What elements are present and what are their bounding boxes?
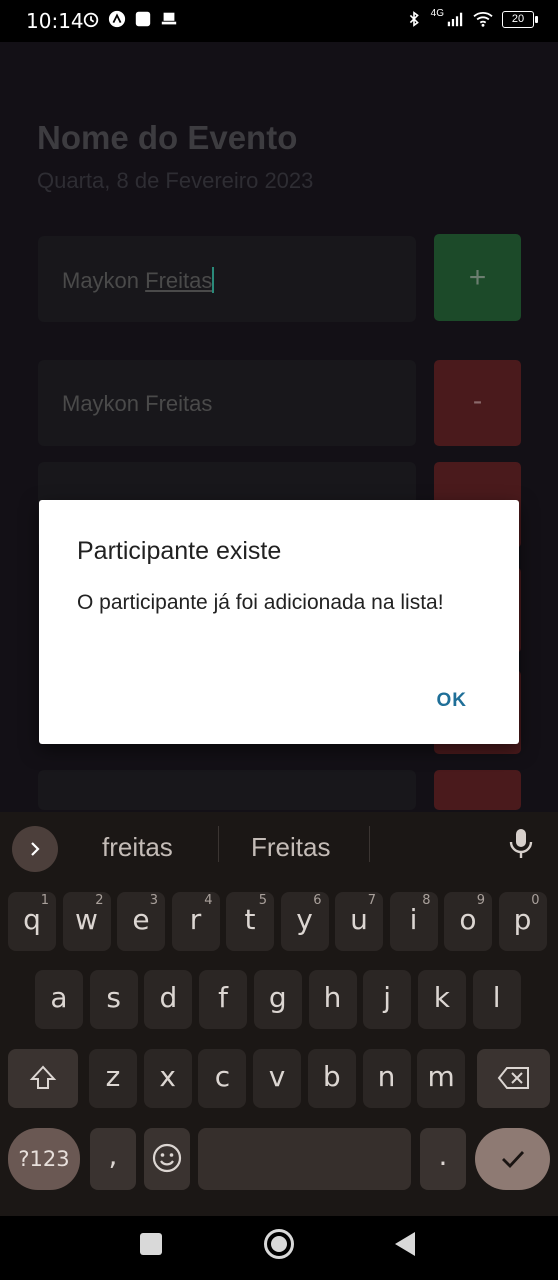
key-s[interactable]: s — [89, 970, 138, 1029]
key-label: e — [132, 903, 150, 936]
device-notification-icon — [161, 12, 177, 25]
enter-key[interactable] — [475, 1128, 550, 1190]
key-label: p — [513, 903, 532, 936]
participant-row: Maykon Freitas — [38, 360, 416, 446]
status-notification-icons — [82, 10, 178, 28]
dialog-title: Participante existe — [77, 537, 282, 565]
key-hint: 1 — [40, 893, 49, 908]
key-c[interactable]: c — [198, 1049, 247, 1108]
key-label: q — [23, 903, 41, 936]
bluetooth-icon — [409, 11, 419, 27]
event-title: Nome do Evento — [37, 119, 298, 156]
key-w[interactable]: 2w — [62, 892, 111, 951]
dialog-message: O participante já foi adicionada na list… — [77, 591, 444, 614]
key-hint: 0 — [531, 893, 540, 908]
key-j[interactable]: j — [363, 970, 412, 1029]
key-hint: 9 — [476, 893, 485, 908]
backspace-icon — [497, 1067, 529, 1089]
key-label: y — [296, 903, 313, 936]
key-hint: 6 — [313, 893, 322, 908]
key-label: t — [244, 903, 256, 936]
suggestion-strip: freitas Freitas — [0, 812, 558, 884]
key-v[interactable]: v — [253, 1049, 302, 1108]
key-p[interactable]: 0p — [498, 892, 547, 951]
microphone-icon[interactable] — [507, 828, 535, 860]
add-participant-button[interactable]: + — [434, 234, 521, 321]
key-f[interactable]: f — [199, 970, 248, 1029]
key-n[interactable]: n — [362, 1049, 411, 1108]
chevron-right-icon — [31, 842, 40, 856]
key-label: o — [459, 903, 477, 936]
square-notification-icon — [135, 11, 151, 27]
key-u[interactable]: 7u — [335, 892, 383, 951]
key-k[interactable]: k — [417, 970, 466, 1029]
participant-name-value: Maykon Freitas — [62, 267, 215, 293]
status-system-icons: 4G 20 — [405, 7, 538, 28]
app-notification-icon — [108, 10, 126, 28]
suggestion-divider — [218, 826, 219, 862]
space-key[interactable] — [198, 1128, 411, 1190]
text-cursor — [212, 267, 215, 293]
network-type-label: 4G — [430, 7, 444, 19]
remove-participant-button[interactable]: - — [434, 360, 521, 446]
home-button-icon[interactable] — [263, 1228, 295, 1260]
key-r[interactable]: 4r — [171, 892, 220, 951]
key-hint: 5 — [258, 893, 267, 908]
dialog-ok-button[interactable]: OK — [437, 690, 468, 712]
backspace-key[interactable] — [477, 1049, 550, 1108]
expand-toolbar-button[interactable] — [12, 826, 58, 872]
soft-keyboard: freitas Freitas 1q2w3e4r5t6y7u8i9o0p asd… — [0, 812, 558, 1216]
suggestion-divider — [369, 826, 370, 862]
navigation-bar — [0, 1216, 558, 1280]
remove-participant-button[interactable] — [434, 770, 521, 810]
key-i[interactable]: 8i — [389, 892, 438, 951]
emoji-icon — [152, 1143, 182, 1173]
key-label: u — [350, 903, 368, 936]
key-hint: 3 — [149, 893, 158, 908]
participant-name-input[interactable]: Maykon Freitas — [38, 236, 416, 322]
key-hint: 4 — [204, 893, 213, 908]
suggestion-1[interactable]: freitas — [102, 832, 173, 863]
suggestion-2[interactable]: Freitas — [251, 832, 330, 863]
period-key[interactable]: . — [420, 1128, 466, 1190]
key-t[interactable]: 5t — [226, 892, 274, 951]
comma-key[interactable]: , — [90, 1128, 136, 1190]
key-z[interactable]: z — [89, 1049, 137, 1108]
key-x[interactable]: x — [143, 1049, 192, 1108]
shift-icon — [29, 1065, 57, 1089]
participant-row — [38, 770, 416, 810]
participant-name: Maykon Freitas — [62, 391, 213, 416]
key-m[interactable]: m — [417, 1049, 466, 1108]
checkmark-icon — [501, 1151, 524, 1169]
alert-dialog: Participante existe O participante já fo… — [39, 500, 519, 744]
key-l[interactable]: l — [472, 970, 521, 1029]
key-label: r — [189, 903, 202, 936]
symbols-key[interactable]: ?123 — [8, 1128, 80, 1190]
emoji-key[interactable] — [144, 1128, 190, 1190]
key-label: i — [409, 903, 418, 936]
event-date: Quarta, 8 de Fevereiro 2023 — [37, 168, 314, 193]
key-hint: 8 — [422, 893, 431, 908]
key-d[interactable]: d — [144, 970, 193, 1029]
recents-button-icon[interactable] — [139, 1232, 163, 1256]
wifi-icon — [473, 12, 493, 27]
signal-icon — [447, 12, 463, 27]
status-time: 10:14 — [26, 9, 84, 33]
shift-key[interactable] — [8, 1049, 78, 1108]
key-hint: 7 — [367, 893, 376, 908]
key-hint: 2 — [95, 893, 104, 908]
key-e[interactable]: 3e — [117, 892, 165, 951]
key-h[interactable]: h — [308, 970, 357, 1029]
key-b[interactable]: b — [307, 1049, 356, 1108]
key-y[interactable]: 6y — [280, 892, 329, 951]
key-g[interactable]: g — [253, 970, 302, 1029]
back-button-icon[interactable] — [393, 1231, 417, 1257]
status-bar: 10:14 4G 20 — [0, 0, 558, 42]
battery-icon: 20 — [502, 10, 538, 28]
key-a[interactable]: a — [35, 970, 83, 1029]
key-o[interactable]: 9o — [444, 892, 492, 951]
alarm-icon — [83, 12, 99, 28]
key-q[interactable]: 1q — [8, 892, 56, 951]
